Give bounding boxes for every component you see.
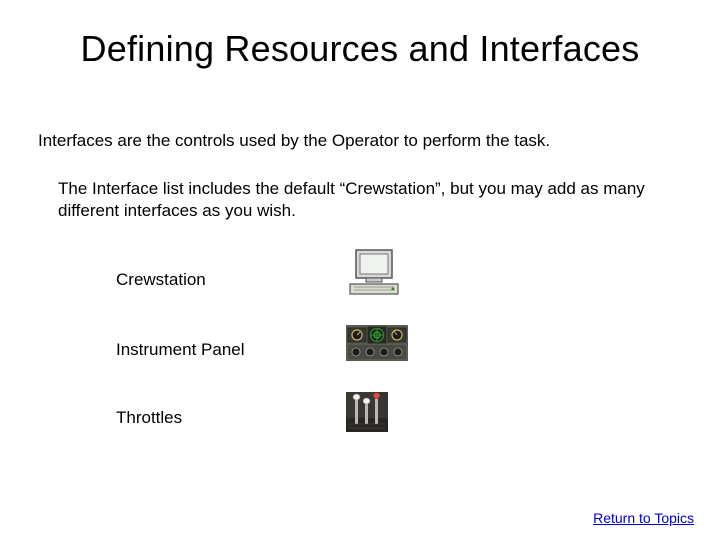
instrument-panel-icon [346,325,408,366]
interface-label-throttles: Throttles [116,408,182,428]
slide: Defining Resources and Interfaces Interf… [0,0,720,540]
return-to-topics-link[interactable]: Return to Topics [593,510,694,526]
page-title: Defining Resources and Interfaces [0,28,720,70]
interface-label-instrument-panel: Instrument Panel [116,340,245,360]
interface-label-crewstation: Crewstation [116,270,206,290]
description-text: The Interface list includes the default … [58,178,658,222]
computer-icon [346,248,406,303]
intro-text: Interfaces are the controls used by the … [38,130,678,152]
throttles-icon [346,392,388,437]
